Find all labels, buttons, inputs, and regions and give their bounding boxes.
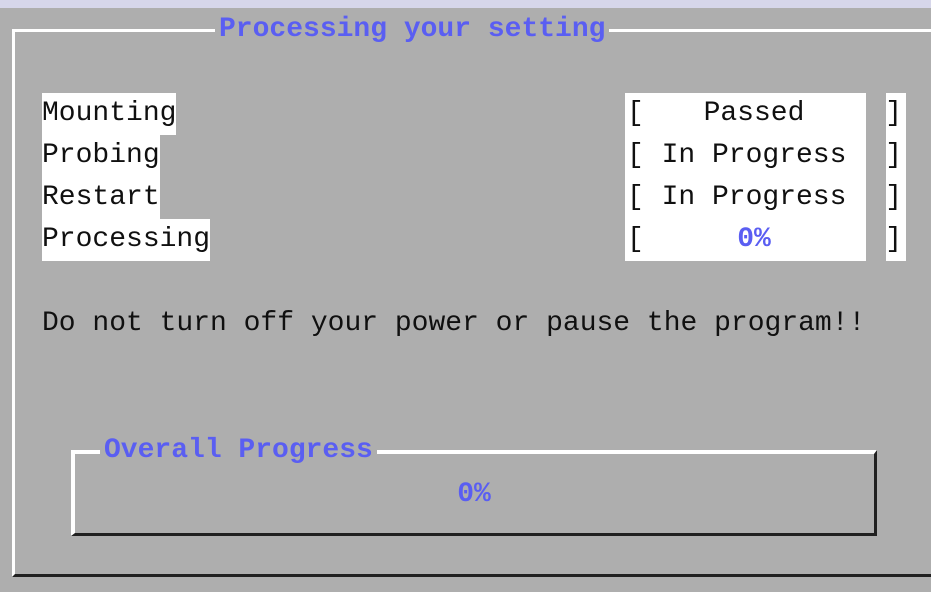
task-label: Probing (42, 135, 160, 177)
bracket-open: [ (627, 224, 644, 255)
task-row-restart: Restart [ In Progress ] (0, 177, 931, 219)
overall-progress-title: Overall Progress (100, 433, 377, 469)
task-status-text: Passed (703, 98, 805, 129)
bracket-open: [ (627, 182, 644, 213)
task-status: [ 0% ] (625, 219, 906, 261)
bracket-close: ] (885, 224, 902, 255)
task-row-processing: Processing [ 0% ] (0, 219, 931, 261)
warning-message: Do not turn off your power or pause the … (42, 308, 866, 339)
task-label: Processing (42, 219, 211, 261)
bracket-close: ] (885, 182, 902, 213)
status-gap (866, 93, 886, 135)
task-row-mounting: Mounting [ Passed ] (0, 93, 931, 135)
bracket-open: [ (627, 140, 644, 171)
task-status: [ In Progress ] (625, 135, 906, 177)
task-status: [ Passed ] (625, 93, 906, 135)
bracket-open: [ (627, 98, 644, 129)
installer-screen: Processing your setting Mounting [ Passe… (0, 0, 931, 592)
task-row-probing: Probing [ In Progress ] (0, 135, 931, 177)
bracket-close: ] (885, 98, 902, 129)
window-top-strip (0, 0, 931, 8)
task-status: [ In Progress ] (625, 177, 906, 219)
bracket-close: ] (885, 140, 902, 171)
dialog-title: Processing your setting (215, 12, 610, 48)
status-gap (866, 135, 886, 177)
task-label: Mounting (42, 93, 177, 135)
status-gap (866, 219, 886, 261)
task-status-text: In Progress (661, 140, 847, 171)
overall-progress-value: 0% (457, 479, 491, 510)
task-progress-percent: 0% (737, 224, 771, 255)
task-status-text: In Progress (661, 182, 847, 213)
status-gap (866, 177, 886, 219)
task-label: Restart (42, 177, 160, 219)
